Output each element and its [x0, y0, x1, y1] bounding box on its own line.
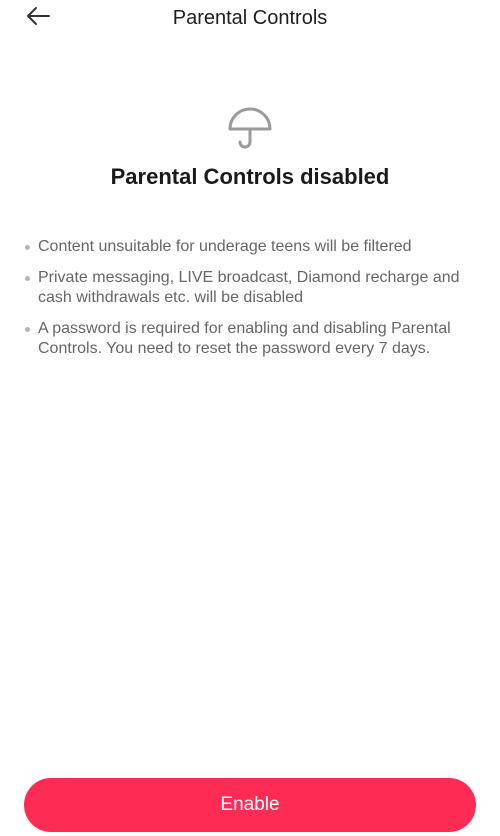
list-item-text: Private messaging, LIVE broadcast, Diamo…	[38, 269, 460, 306]
enable-button[interactable]: Enable	[24, 778, 476, 832]
page-title: Parental Controls	[172, 7, 328, 29]
top-app-bar: Parental Controls	[0, 0, 500, 38]
bullet-dot	[25, 327, 30, 332]
umbrella-icon	[222, 104, 278, 152]
bullet-dot	[25, 276, 30, 281]
info-list: Content unsuitable for underage teens wi…	[24, 237, 476, 370]
bullet-dot	[25, 245, 30, 250]
list-item: Private messaging, LIVE broadcast, Diamo…	[24, 268, 476, 308]
list-item-text: A password is required for enabling and …	[38, 320, 451, 357]
list-item: A password is required for enabling and …	[24, 319, 476, 359]
list-item-text: Content unsuitable for underage teens wi…	[38, 238, 412, 255]
status-title: Parental Controls disabled	[110, 164, 390, 189]
list-item: Content unsuitable for underage teens wi…	[24, 237, 476, 257]
